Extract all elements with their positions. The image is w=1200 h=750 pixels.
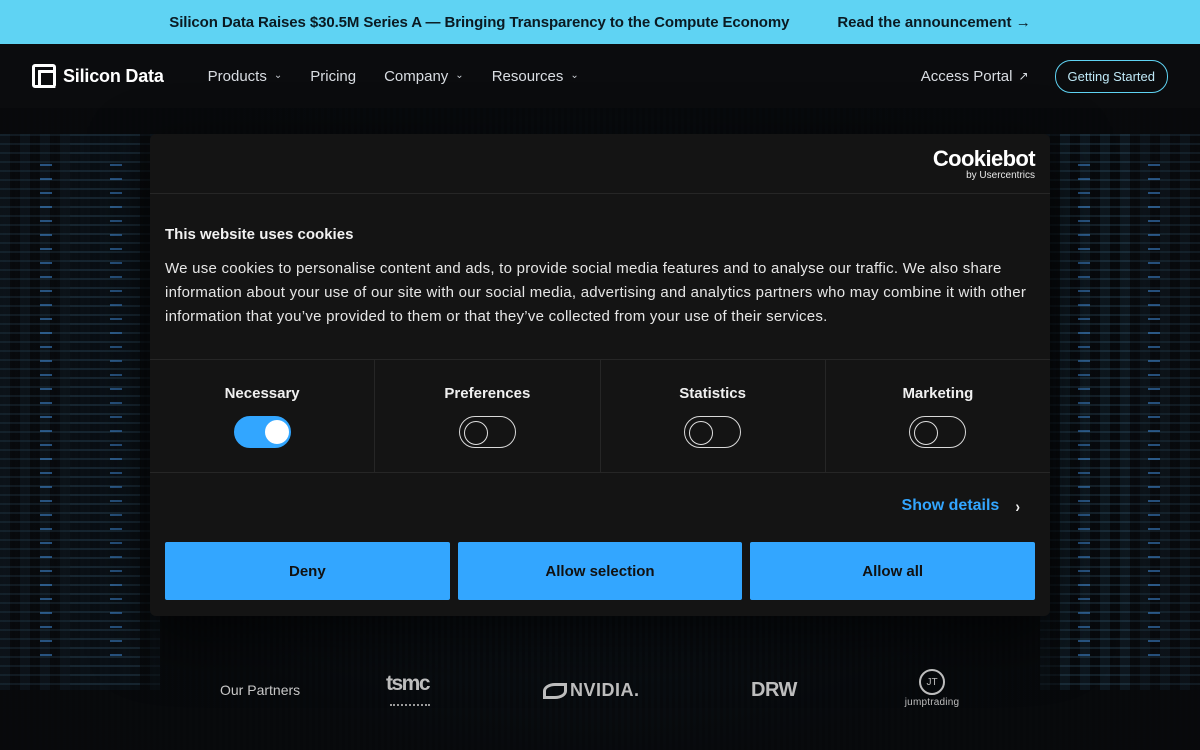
getting-started-button[interactable]: Getting Started xyxy=(1054,59,1168,93)
partners-label: Our Partners xyxy=(220,682,301,698)
cookiebot-byline: by Usercentrics xyxy=(966,170,1035,181)
brand-logo[interactable]: Silicon Data xyxy=(32,64,164,88)
nav-resources[interactable]: Resources ⌄ xyxy=(492,68,579,85)
nav-products[interactable]: Products ⌄ xyxy=(208,68,283,85)
consent-toggles: Necessary Preferences Statistics Marketi… xyxy=(150,359,1050,473)
chevron-down-icon: ⌄ xyxy=(570,69,579,81)
rack-lights xyxy=(1148,164,1160,660)
nav-label: Resources xyxy=(491,67,564,85)
consent-buttons: Deny Allow selection Allow all xyxy=(150,541,1050,600)
marketing-switch[interactable] xyxy=(909,416,967,448)
jumptrading-wordmark: jumptrading xyxy=(904,697,960,708)
nav-label: Products xyxy=(207,67,267,85)
switch-knob xyxy=(914,421,939,445)
dialog-description: We use cookies to personalise content an… xyxy=(165,260,1027,325)
cookiebot-logo[interactable]: Cookiebot by Usercentrics xyxy=(932,146,1036,182)
rack-lights xyxy=(110,164,122,660)
toggle-label: Necessary xyxy=(224,385,300,402)
toggle-statistics: Statistics xyxy=(601,360,826,472)
announcement-link[interactable]: Read the announcement → xyxy=(837,14,1030,31)
header-actions: Access Portal ↗ Getting Started xyxy=(921,59,1168,93)
access-portal-link[interactable]: Access Portal ↗ xyxy=(921,68,1029,85)
cookiebot-wordmark: Cookiebot xyxy=(932,146,1036,171)
nav-label: Company xyxy=(384,67,449,85)
brand-name: Silicon Data xyxy=(63,65,164,86)
toggle-necessary: Necessary xyxy=(150,360,376,472)
nav-company[interactable]: Company ⌄ xyxy=(384,68,464,85)
show-details-link[interactable]: Show details › xyxy=(901,496,1020,516)
rack-lights xyxy=(40,164,52,660)
nav-label: Pricing xyxy=(310,67,357,85)
nvidia-wordmark: NVIDIA. xyxy=(570,680,640,700)
chevron-down-icon: ⌄ xyxy=(273,69,283,81)
nav-pricing[interactable]: Pricing xyxy=(310,68,356,85)
allow-selection-button[interactable]: Allow selection xyxy=(457,542,743,600)
tsmc-logo-underline xyxy=(390,704,430,706)
statistics-switch[interactable] xyxy=(684,416,742,448)
dialog-body: This website uses cookies We use cookies… xyxy=(150,194,1050,359)
external-link-icon: ↗ xyxy=(1018,69,1029,83)
silicon-data-logo-icon xyxy=(32,64,56,88)
nvidia-logo: NVIDIA. xyxy=(543,680,640,701)
switch-knob xyxy=(463,421,488,445)
nvidia-eye-icon xyxy=(543,682,567,699)
rack-lights xyxy=(1078,164,1090,660)
cookie-consent-dialog: Cookiebot by Usercentrics This website u… xyxy=(150,134,1050,616)
deny-button[interactable]: Deny xyxy=(165,542,450,600)
jumptrading-mark-icon: JT xyxy=(919,669,945,695)
toggle-preferences: Preferences xyxy=(375,360,601,472)
toggle-marketing: Marketing xyxy=(826,360,1050,472)
toggle-label: Marketing xyxy=(902,385,974,402)
toggle-label: Preferences xyxy=(444,385,531,402)
main-nav: Products ⌄ Pricing Company ⌄ Resources ⌄ xyxy=(208,68,607,85)
drw-logo: DRW xyxy=(751,679,797,701)
necessary-switch[interactable] xyxy=(233,416,291,448)
announcement-bar: Silicon Data Raises $30.5M Series A — Br… xyxy=(0,0,1200,44)
jumptrading-logo: JT jumptrading xyxy=(902,669,962,708)
details-row: Show details › xyxy=(150,473,1050,541)
allow-all-button[interactable]: Allow all xyxy=(750,542,1036,600)
tsmc-logo: tsmc xyxy=(386,672,431,695)
site-header: Silicon Data Products ⌄ Pricing Company … xyxy=(0,44,1200,108)
switch-knob xyxy=(264,420,289,444)
chevron-down-icon: ⌄ xyxy=(455,69,464,81)
chevron-right-icon: › xyxy=(1015,496,1020,516)
access-portal-label: Access Portal xyxy=(920,67,1013,85)
preferences-switch[interactable] xyxy=(458,416,516,448)
toggle-label: Statistics xyxy=(679,385,746,402)
announcement-text: Silicon Data Raises $30.5M Series A — Br… xyxy=(169,13,790,31)
dialog-header: Cookiebot by Usercentrics xyxy=(150,134,1050,194)
dialog-title: This website uses cookies xyxy=(165,226,354,243)
switch-knob xyxy=(689,421,714,445)
page: Silicon Data Raises $30.5M Series A — Br… xyxy=(0,0,1200,750)
partners-strip: Our Partners tsmc NVIDIA. DRW JT jumptra… xyxy=(0,664,1200,716)
show-details-label: Show details xyxy=(901,497,1000,514)
